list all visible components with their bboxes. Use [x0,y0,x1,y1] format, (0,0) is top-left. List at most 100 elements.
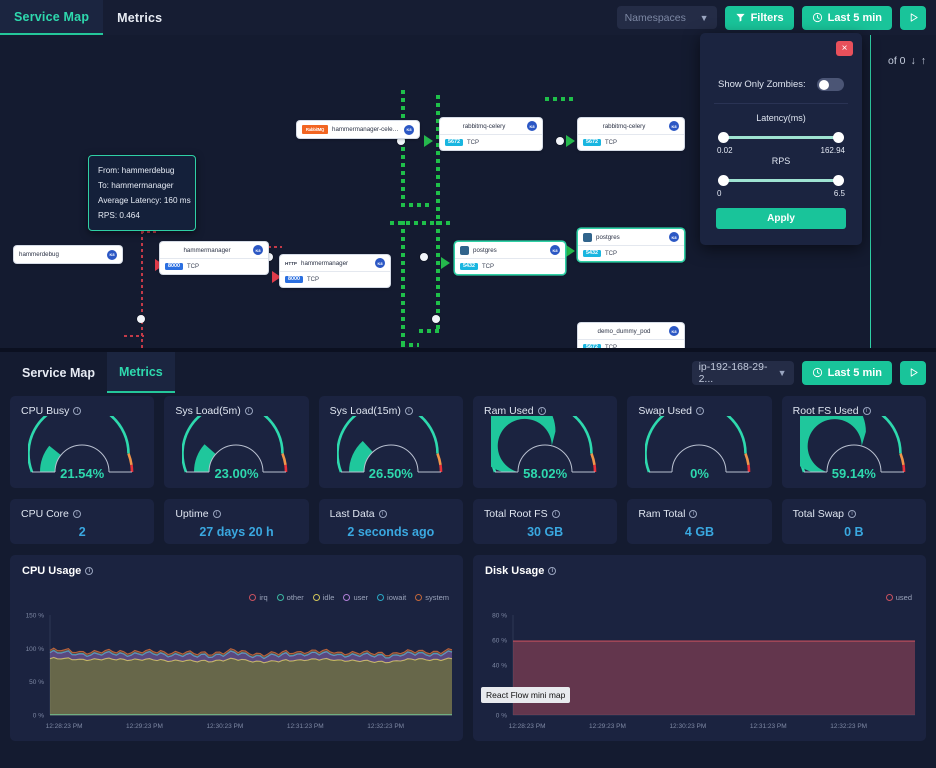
svg-text:0 %: 0 % [33,713,44,720]
namespace-select[interactable]: Namespaces ▼ [617,6,717,29]
bottom-tab-service-map-label: Service Map [22,366,95,380]
gauge-title-row: Sys Load(15m)i [319,396,463,417]
rps-slider-max-handle[interactable] [833,175,844,186]
rps-slider[interactable] [718,175,844,186]
node-header: hammermanager K8 [160,242,268,259]
edge-green [401,203,431,207]
edge-green [390,221,450,225]
svg-text:12:30:23 PM: 12:30:23 PM [206,723,243,730]
stat-title-row: Last Datai [319,499,463,520]
port-chip: 8000 [285,276,303,283]
latency-slider-max-handle[interactable] [833,132,844,143]
k8s-badge-icon: K8 [107,250,117,260]
play-button[interactable] [900,6,926,30]
map-node[interactable]: HTTP hammermanager K8 8000 TCP [280,255,390,287]
stat-value: 30 GB [473,525,617,539]
node-header: RabbitMQ hammermanager-celery-w... K8 [297,121,419,138]
gauge-title-row: Root FS Usedi [782,396,926,417]
info-icon[interactable]: i [863,407,871,415]
svg-text:12:31:23 PM: 12:31:23 PM [287,723,324,730]
latency-slider-min-handle[interactable] [718,132,729,143]
legend-item[interactable]: used [886,593,912,602]
legend-item[interactable]: idle [313,593,335,602]
info-icon[interactable]: i [538,407,546,415]
metrics-toolbar-controls: ip-192-168-29-2... ▼ Last 5 min [692,361,926,385]
rps-slider-min-handle[interactable] [718,175,729,186]
minimap-edge-line [870,35,872,348]
host-select[interactable]: ip-192-168-29-2... ▼ [692,361,794,385]
info-icon[interactable]: i [689,510,697,518]
k8s-badge-icon: K8 [669,326,679,336]
info-icon[interactable]: i [379,510,387,518]
info-icon[interactable]: i [245,407,253,415]
latency-slider[interactable] [718,132,844,143]
node-port-row: 5432 TCP [578,246,684,261]
tooltip-rps: RPS: 0.464 [98,208,186,223]
info-icon[interactable]: i [73,407,81,415]
map-node[interactable]: RabbitMQ hammermanager-celery-w... K8 [297,121,419,138]
edge-handle[interactable] [420,253,428,261]
map-node[interactable]: rabbitmq-celery K8 5672 TCP [440,118,542,150]
tab-metrics[interactable]: Metrics [103,0,176,35]
info-icon[interactable]: i [696,407,704,415]
edge-red [124,335,144,337]
filters-button[interactable]: Filters [725,6,794,30]
gauge-title-row: Swap Usedi [627,396,771,417]
svg-text:12:28:23 PM: 12:28:23 PM [46,723,83,730]
legend-color-dot [886,594,893,601]
map-node[interactable]: rabbitmq-celery K8 5672 TCP [578,118,684,150]
disk-usage-plot: 0 %20 %40 %60 %80 %12:28:23 PM12:29:23 P… [473,605,926,741]
metrics-time-range-button[interactable]: Last 5 min [802,361,892,385]
arrow-down-icon[interactable]: ↓ [911,55,916,67]
stat-title: Ram Total [638,508,685,520]
edge-handle[interactable] [556,137,564,145]
latency-max-value: 162.94 [821,146,845,155]
time-range-button[interactable]: Last 5 min [802,6,892,30]
apply-button[interactable]: Apply [716,208,846,229]
info-icon[interactable]: i [213,510,221,518]
top-tab-list: Service Map Metrics [0,0,176,35]
legend-item[interactable]: other [277,593,304,602]
stat-card: Last Datai2 seconds ago [319,499,463,544]
filter-panel[interactable]: × Show Only Zombies: Latency(ms) 0.02 16… [700,33,862,245]
legend-item[interactable]: iowait [377,593,406,602]
map-node[interactable]: hammerdebug K8 [14,246,122,263]
svg-text:100 %: 100 % [26,646,45,653]
tab-service-map[interactable]: Service Map [0,0,103,35]
legend-color-dot [343,594,350,601]
slider-track [721,179,841,182]
map-node[interactable]: postgres K8 5432 TCP [578,229,684,261]
gauge-value: 59.14% [782,466,926,481]
edge-tooltip: From: hammerdebug To: hammermanager Aver… [88,155,196,231]
tab-metrics-label: Metrics [117,11,162,25]
info-icon[interactable]: i [85,567,93,575]
legend-label: irq [259,593,267,602]
k8s-badge-icon: K8 [669,232,679,242]
arrow-up-icon[interactable]: ↑ [921,55,926,67]
close-icon[interactable]: × [836,41,853,56]
bottom-tab-metrics[interactable]: Metrics [107,352,175,393]
divider [714,103,848,104]
legend-label: user [353,593,368,602]
gauge-card: Ram Usedi 58.02% [473,396,617,488]
legend-item[interactable]: irq [249,593,267,602]
edge-handle[interactable] [397,137,405,145]
info-icon[interactable]: i [405,407,413,415]
rps-slider-values: 0 6.5 [700,189,862,198]
edge-red [141,225,143,348]
legend-item[interactable]: system [415,593,449,602]
map-node[interactable]: postgres K8 5432 TCP [455,242,565,274]
map-node[interactable]: demo_dummy_pod K8 5672 TCP [578,323,684,348]
info-icon[interactable]: i [552,510,560,518]
metrics-play-button[interactable] [900,361,926,385]
edge-handle[interactable] [137,315,145,323]
info-icon[interactable]: i [73,510,81,518]
map-node[interactable]: hammermanager K8 8000 TCP [160,242,268,274]
legend-item[interactable]: user [343,593,368,602]
info-icon[interactable]: i [548,567,556,575]
zombies-toggle[interactable] [817,78,844,91]
gauge-value: 26.50% [319,466,463,481]
bottom-tab-service-map[interactable]: Service Map [10,352,107,393]
info-icon[interactable]: i [848,510,856,518]
edge-handle[interactable] [432,315,440,323]
